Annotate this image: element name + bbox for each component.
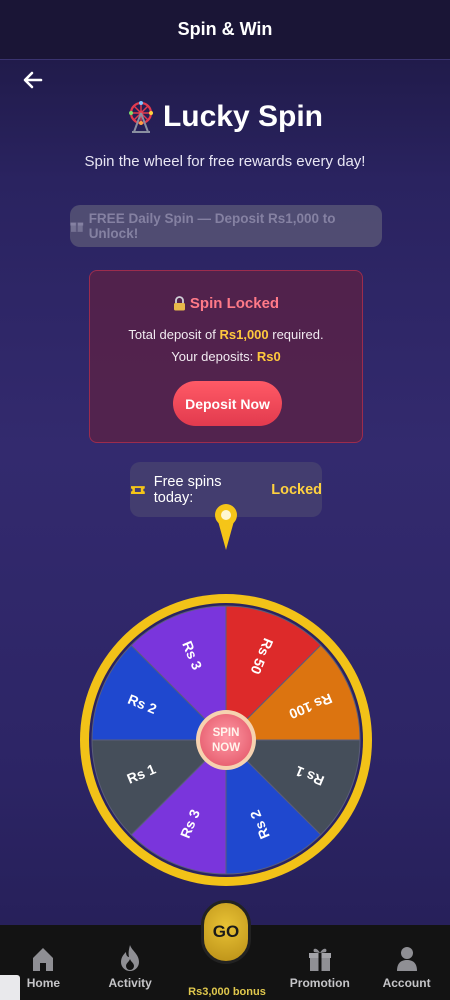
nav-home-label: Home	[26, 976, 61, 990]
nav-promotion-label: Promotion	[289, 976, 350, 990]
corner-tab[interactable]	[0, 975, 20, 1000]
your-deposits-label: Your deposits:	[171, 349, 257, 364]
arrow-left-icon	[23, 71, 43, 89]
nav-activity[interactable]: Activity	[90, 944, 170, 990]
gift-icon	[70, 222, 84, 232]
go-bonus-label: Rs3,000 bonus	[188, 986, 266, 998]
home-icon	[33, 948, 54, 971]
lock-icon	[173, 296, 185, 311]
user-icon	[396, 947, 417, 971]
spin-now-button[interactable]	[200, 714, 252, 766]
spin-locked-card: Spin Locked Total deposit of Rs1,000 req…	[89, 270, 363, 443]
free-daily-spin-label: FREE Daily Spin — Deposit Rs1,000 to Unl…	[88, 211, 336, 241]
deposit-now-button[interactable]: Deposit Now	[173, 381, 282, 426]
pointer-knob-center	[221, 510, 231, 520]
spin-now-line1: SPIN	[213, 727, 240, 739]
hero-title: Lucky Spin	[0, 100, 450, 134]
ferris-wheel-icon	[128, 101, 153, 133]
spin-wheel[interactable]: Rs 50Rs 100Rs 1Rs 2Rs 3Rs 1Rs 2Rs 3 SPIN…	[0, 495, 450, 935]
flame-icon	[121, 945, 140, 971]
free-daily-spin-banner: FREE Daily Spin — Deposit Rs1,000 to Unl…	[70, 205, 382, 247]
nav-account[interactable]: Account	[367, 946, 447, 990]
hero-subtitle: Spin the wheel for free rewards every da…	[84, 153, 366, 170]
lock-card-title-text: Spin Locked	[189, 295, 280, 312]
page-title: Spin & Win	[177, 19, 273, 39]
spin-wheel-area: Rs 50 Rs 100 Rs 1 Rs 2 Rs 3 Rs 1 Rs 2 Rs 3 SPIN…	[0, 495, 450, 935]
lock-card-title: Spin Locked	[90, 295, 362, 312]
deposit-requirement: Total deposit of Rs1,000 required.	[90, 327, 362, 342]
back-button[interactable]	[22, 68, 44, 92]
top-bar: Spin & Win	[0, 0, 450, 60]
hero-title-text: Lucky Spin	[162, 100, 324, 133]
your-deposits-amount: Rs0	[256, 349, 281, 364]
your-deposits: Your deposits: Rs0	[90, 349, 362, 364]
deposit-requirement-amount: Rs1,000	[219, 327, 269, 342]
deposit-requirement-prefix: Total deposit of	[128, 327, 220, 342]
deposit-requirement-suffix: required.	[268, 327, 324, 342]
nav-activity-label: Activity	[108, 976, 152, 990]
ticket-icon	[130, 485, 145, 494]
nav-promotion[interactable]: Promotion	[280, 946, 360, 990]
nav-account-label: Account	[382, 976, 431, 990]
spin-now-line2: NOW	[212, 742, 240, 754]
go-button[interactable]: GO	[201, 900, 251, 964]
gift-icon	[308, 948, 331, 971]
